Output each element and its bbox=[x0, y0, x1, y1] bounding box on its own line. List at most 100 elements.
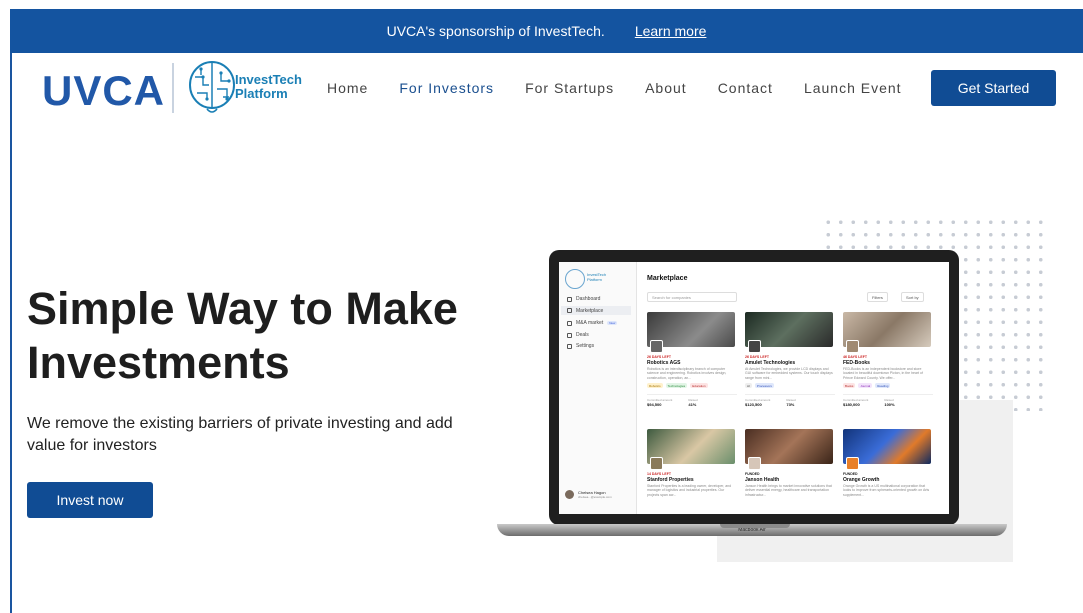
mock-nav-label: Dashboard bbox=[576, 296, 601, 302]
card-name: FED-Books bbox=[843, 360, 870, 366]
brain-logo-icon bbox=[189, 61, 235, 113]
card-thumb bbox=[846, 457, 859, 470]
gear-icon bbox=[567, 343, 572, 349]
main-nav: Home For Investors For Startups About Co… bbox=[327, 80, 933, 96]
stat-value: $94,500 bbox=[647, 402, 662, 407]
investtech-logo-text: InvestTech Platform bbox=[235, 73, 302, 101]
card-tag: Processors bbox=[754, 383, 774, 388]
mock-card: 14 DAYS LEFT Stanford Properties Stanfor… bbox=[647, 429, 737, 514]
stat-value: $180,000 bbox=[843, 402, 860, 407]
invest-now-button[interactable]: Invest now bbox=[27, 482, 153, 518]
card-image bbox=[647, 312, 735, 353]
new-badge: New bbox=[607, 321, 618, 325]
card-thumb bbox=[748, 340, 761, 353]
card-status: 14 DAYS LEFT bbox=[647, 472, 671, 476]
get-started-button[interactable]: Get Started bbox=[931, 70, 1056, 106]
card-image bbox=[843, 312, 931, 353]
stat-value: 73% bbox=[786, 402, 795, 407]
mock-nav-dashboard: Dashboard bbox=[567, 296, 600, 302]
card-desc: Janson Health brings to market innovativ… bbox=[745, 484, 832, 497]
uvca-logo[interactable]: UVCA bbox=[42, 67, 165, 115]
mock-nav-marketplace: Marketplace bbox=[561, 306, 631, 315]
card-status: 26 DAYS LEFT bbox=[647, 355, 671, 359]
nav-for-startups[interactable]: For Startups bbox=[525, 80, 614, 96]
stat-value: 41% bbox=[688, 402, 697, 407]
mock-search: Search for companies bbox=[647, 292, 737, 302]
card-tag: Journal bbox=[858, 383, 873, 388]
mock-filters-button: Filters bbox=[867, 292, 888, 302]
hero-subtitle: We remove the existing barriers of priva… bbox=[27, 415, 453, 454]
mock-sidebar: InvestTech Platform Dashboard Marketplac… bbox=[559, 262, 637, 514]
mock-nav-ma-market: M&A market New bbox=[567, 320, 618, 326]
logo-line2: Platform bbox=[235, 86, 288, 101]
announcement-message: UVCA's sponsorship of InvestTech. bbox=[386, 23, 605, 39]
card-status: FUNDED bbox=[843, 472, 858, 476]
card-tag: Reading bbox=[875, 383, 891, 388]
deals-icon bbox=[567, 332, 572, 338]
laptop-screen: InvestTech Platform Dashboard Marketplac… bbox=[559, 262, 949, 514]
mock-main: Marketplace Search for companies Filters… bbox=[643, 262, 949, 514]
card-desc: Stanford Properties is a leading owner, … bbox=[647, 484, 732, 497]
card-tag: Technologies bbox=[665, 383, 688, 388]
card-name: Robotics AGS bbox=[647, 360, 681, 366]
card-name: Stanford Properties bbox=[647, 477, 694, 483]
mock-card: FUNDED Janson Health Janson Health bring… bbox=[745, 429, 835, 514]
card-tag: Books bbox=[843, 383, 856, 388]
card-status: 26 DAYS LEFT bbox=[745, 355, 769, 359]
mock-nav-label: Marketplace bbox=[576, 307, 604, 314]
laptop-mockup: InvestTech Platform Dashboard Marketplac… bbox=[549, 250, 959, 525]
card-desc: Orange Growth is a US multinational corp… bbox=[843, 484, 930, 497]
mock-logo-line2: Platform bbox=[587, 277, 602, 282]
card-name: Amulet Technologies bbox=[745, 360, 796, 366]
mock-nav-deals: Deals bbox=[567, 332, 589, 338]
mock-card: 26 DAYS LEFT Robotics AGS Robotics is an… bbox=[647, 312, 737, 422]
card-desc: Robotics is an interdisciplinary branch … bbox=[647, 367, 727, 380]
stat-value: $123,500 bbox=[745, 402, 762, 407]
mock-card: 46 DAYS LEFT FED-Books FED-Books is an i… bbox=[843, 312, 933, 422]
store-icon bbox=[567, 308, 572, 313]
logo-line1: InvestTech bbox=[235, 72, 302, 87]
mock-nav-settings: Settings bbox=[567, 343, 594, 349]
card-image bbox=[745, 429, 833, 470]
link-icon bbox=[567, 320, 572, 326]
mock-sort-button: Sort by bbox=[901, 292, 924, 302]
mock-card: FUNDED Orange Growth Orange Growth is a … bbox=[843, 429, 933, 514]
announcement-bar: UVCA's sponsorship of InvestTech. Learn … bbox=[10, 9, 1083, 53]
nav-for-investors[interactable]: For Investors bbox=[399, 80, 494, 96]
card-status: FUNDED bbox=[745, 472, 760, 476]
card-image bbox=[647, 429, 735, 470]
card-image bbox=[745, 312, 833, 353]
mock-logo-text: InvestTech Platform bbox=[587, 272, 606, 282]
mock-page-title: Marketplace bbox=[647, 275, 688, 282]
mock-nav-label: Settings bbox=[576, 343, 595, 349]
mock-nav-label: M&A market bbox=[576, 320, 604, 326]
card-desc: At Amulet Technologies, we provide LCD d… bbox=[745, 367, 833, 380]
nav-contact[interactable]: Contact bbox=[718, 80, 773, 96]
card-name: Janson Health bbox=[745, 477, 780, 483]
card-thumb bbox=[650, 340, 663, 353]
card-tag: Education bbox=[690, 383, 708, 388]
home-icon bbox=[567, 296, 572, 302]
card-tag: Robotics bbox=[647, 383, 663, 388]
card-image bbox=[843, 429, 931, 470]
learn-more-link[interactable]: Learn more bbox=[635, 23, 707, 39]
logo-divider bbox=[172, 63, 174, 113]
mock-card: 26 DAYS LEFT Amulet Technologies At Amul… bbox=[745, 312, 835, 422]
mock-user: Chelsea Hagon chelsea...@example.com bbox=[565, 490, 612, 499]
nav-about[interactable]: About bbox=[645, 80, 687, 96]
card-thumb bbox=[846, 340, 859, 353]
hero-title: Simple Way to Make Investments bbox=[27, 283, 458, 388]
avatar bbox=[565, 490, 574, 499]
laptop-notch bbox=[720, 524, 790, 528]
stat-value: 100% bbox=[884, 402, 895, 407]
mock-logo-icon bbox=[565, 269, 585, 289]
mock-user-email: chelsea...@example.com bbox=[578, 495, 612, 499]
mock-nav-label: Deals bbox=[576, 332, 589, 338]
card-desc: FED-Books is an independent bookstore an… bbox=[843, 367, 923, 380]
card-name: Orange Growth bbox=[843, 477, 880, 483]
nav-home[interactable]: Home bbox=[327, 80, 368, 96]
site-header: UVCA InvestTech Platform Home For Invest… bbox=[12, 53, 1083, 125]
card-thumb bbox=[748, 457, 761, 470]
nav-launch-event[interactable]: Launch Event bbox=[804, 80, 902, 96]
card-tag: AI bbox=[745, 383, 752, 388]
